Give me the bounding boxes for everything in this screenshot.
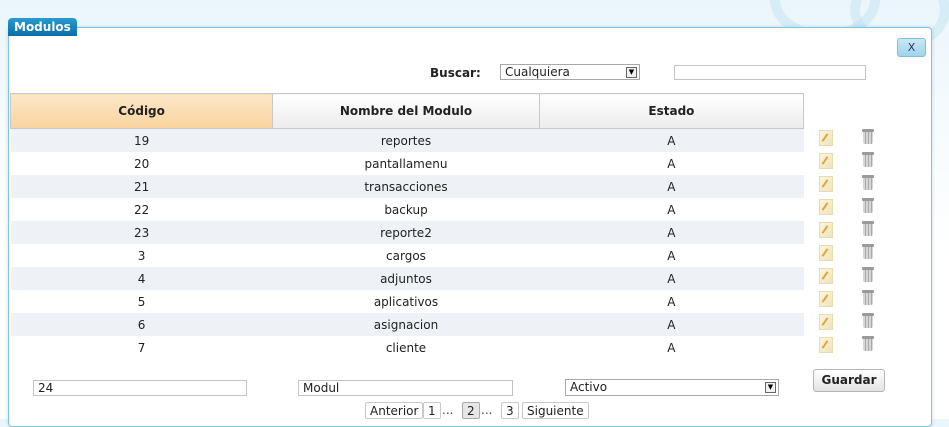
trash-icon[interactable]	[862, 175, 874, 191]
edit-icon[interactable]	[819, 314, 833, 330]
cell-nombre: reportes	[272, 128, 540, 152]
trash-icon[interactable]	[862, 198, 874, 214]
cell-estado: A	[539, 198, 804, 221]
search-label: Buscar:	[430, 66, 481, 80]
edit-icon[interactable]	[819, 222, 833, 238]
edit-icon[interactable]	[819, 199, 833, 215]
edit-icon[interactable]	[819, 291, 833, 307]
edit-icon[interactable]	[819, 337, 833, 353]
page-button-1[interactable]: 1	[423, 402, 441, 419]
cell-estado: A	[539, 313, 804, 336]
trash-icon[interactable]	[862, 221, 874, 237]
cell-codigo: 19	[10, 128, 273, 152]
cell-nombre: backup	[272, 198, 540, 221]
edit-icon[interactable]	[819, 130, 833, 146]
cell-nombre: transacciones	[272, 175, 540, 198]
save-button[interactable]: Guardar	[813, 369, 885, 392]
table-row[interactable]: 5 aplicativos A	[10, 290, 804, 313]
trash-icon[interactable]	[862, 290, 874, 306]
estado-select-value: Activo	[570, 380, 608, 394]
trash-icon[interactable]	[862, 313, 874, 329]
edit-icon[interactable]	[819, 268, 833, 284]
row-actions	[816, 126, 876, 356]
column-header-estado[interactable]: Estado	[538, 93, 805, 129]
cell-estado: A	[539, 175, 804, 198]
cell-nombre: reporte2	[272, 221, 540, 244]
cell-nombre: pantallamenu	[272, 152, 540, 175]
modules-table: Código Nombre del Modulo Estado 19 repor…	[9, 93, 805, 359]
trash-icon[interactable]	[862, 244, 874, 260]
trash-icon[interactable]	[862, 267, 874, 283]
page-button-3[interactable]: 3	[501, 402, 519, 419]
column-header-codigo[interactable]: Código	[9, 93, 274, 129]
next-page-button[interactable]: Siguiente	[522, 402, 589, 419]
close-button[interactable]: X	[897, 38, 926, 57]
nombre-input[interactable]	[298, 380, 513, 396]
pagination-ellipsis: ...	[442, 403, 454, 417]
cell-codigo: 7	[10, 336, 273, 359]
codigo-input[interactable]	[33, 380, 247, 396]
search-filter-value: Cualquiera	[505, 65, 570, 79]
trash-icon[interactable]	[862, 336, 874, 352]
edit-icon[interactable]	[819, 153, 833, 169]
cell-estado: A	[539, 152, 804, 175]
cell-estado: A	[539, 244, 804, 267]
table-row[interactable]: 19 reportes A	[10, 128, 804, 152]
cell-nombre: cargos	[272, 244, 540, 267]
estado-select[interactable]: Activo ▼	[565, 379, 779, 396]
cell-nombre: asignacion	[272, 313, 540, 336]
cell-nombre: aplicativos	[272, 290, 540, 313]
cell-estado: A	[539, 128, 804, 152]
page-button-2[interactable]: 2	[462, 402, 480, 419]
window-title: Modulos	[8, 18, 77, 36]
cell-codigo: 22	[10, 198, 273, 221]
cell-codigo: 20	[10, 152, 273, 175]
table-row[interactable]: 4 adjuntos A	[10, 267, 804, 290]
pagination-ellipsis: ...	[481, 403, 493, 417]
cell-nombre: adjuntos	[272, 267, 540, 290]
table-row[interactable]: 3 cargos A	[10, 244, 804, 267]
cell-codigo: 3	[10, 244, 273, 267]
cell-nombre: cliente	[272, 336, 540, 359]
column-header-nombre[interactable]: Nombre del Modulo	[272, 93, 540, 129]
cell-codigo: 5	[10, 290, 273, 313]
prev-page-button[interactable]: Anterior	[365, 402, 424, 419]
table-row[interactable]: 23 reporte2 A	[10, 221, 804, 244]
cell-estado: A	[539, 336, 804, 359]
cell-estado: A	[539, 221, 804, 244]
trash-icon[interactable]	[862, 152, 874, 168]
cell-estado: A	[539, 267, 804, 290]
edit-icon[interactable]	[819, 176, 833, 192]
cell-estado: A	[539, 290, 804, 313]
trash-icon[interactable]	[862, 129, 874, 145]
chevron-down-icon: ▼	[765, 382, 776, 393]
search-input[interactable]	[674, 65, 866, 80]
table-row[interactable]: 21 transacciones A	[10, 175, 804, 198]
table-row[interactable]: 20 pantallamenu A	[10, 152, 804, 175]
chevron-down-icon: ▼	[626, 67, 637, 78]
edit-icon[interactable]	[819, 245, 833, 261]
table-row[interactable]: 7 cliente A	[10, 336, 804, 359]
table-row[interactable]: 22 backup A	[10, 198, 804, 221]
search-filter-select[interactable]: Cualquiera ▼	[500, 64, 640, 80]
table-row[interactable]: 6 asignacion A	[10, 313, 804, 336]
cell-codigo: 6	[10, 313, 273, 336]
cell-codigo: 21	[10, 175, 273, 198]
cell-codigo: 4	[10, 267, 273, 290]
cell-codigo: 23	[10, 221, 273, 244]
